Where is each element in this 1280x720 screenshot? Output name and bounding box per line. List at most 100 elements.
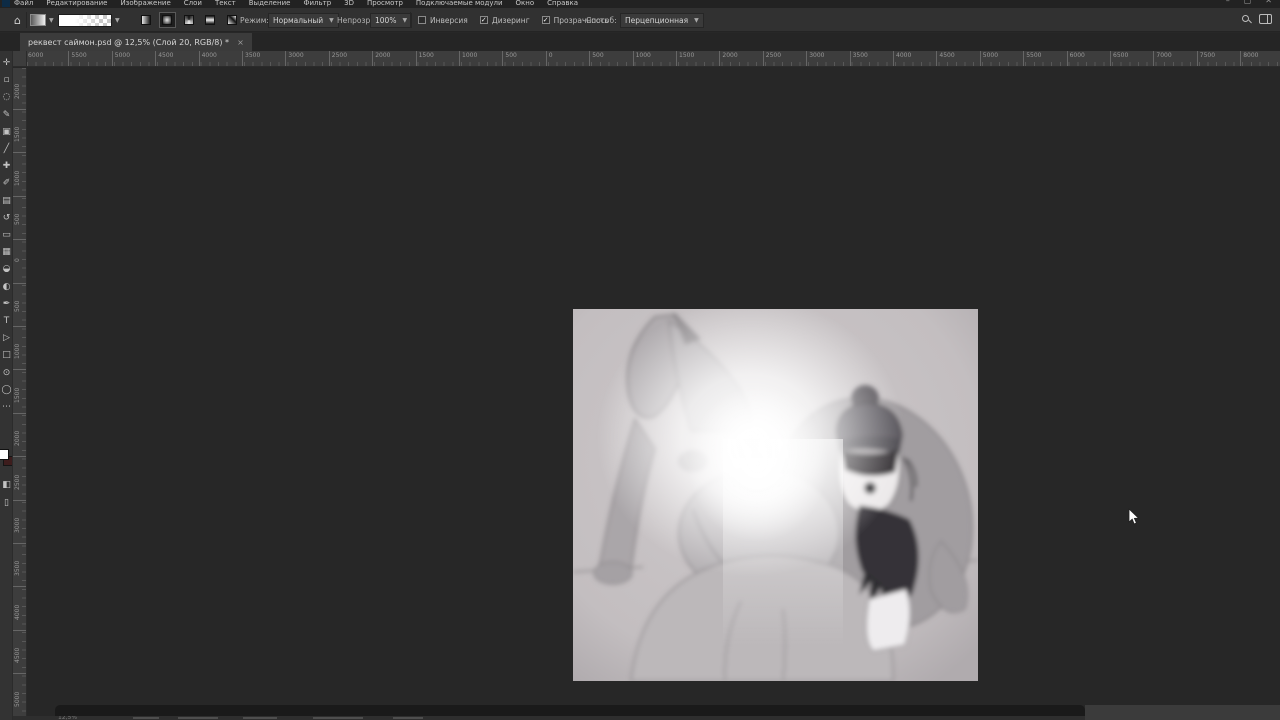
- tool-preset-picker[interactable]: ▼: [30, 8, 54, 32]
- zoom-tool[interactable]: ◯: [0, 384, 13, 397]
- canvas-document[interactable]: [573, 309, 978, 681]
- menu-Выделение[interactable]: Выделение: [249, 0, 291, 7]
- gradient-preview[interactable]: [58, 14, 112, 27]
- h-ruler-label: 2000: [719, 51, 737, 67]
- close-icon[interactable]: ×: [237, 38, 244, 47]
- photoshop-window: Файл Редактирование Изображение Слои Текст Вы…: [0, 0, 1280, 720]
- quick-mask-button[interactable]: ◧: [0, 479, 13, 492]
- h-ruler-label: 500: [502, 51, 516, 67]
- eraser-tool[interactable]: ▭: [0, 229, 13, 242]
- app-icon[interactable]: [2, 0, 10, 7]
- toolbox: ✛ ▫ ◌ ✎ ▣ ╱ ✚ ✐ ▤ ↺ ▭ ▦ ◒ ◐ ✒ T ▷ □ ⊙ ◯ ⋯ ◧ ▯: [0, 51, 13, 720]
- menu-Файл[interactable]: Файл: [14, 0, 33, 7]
- angle-gradient-icon: [184, 15, 194, 25]
- checkbox-Дизеринг[interactable]: ✓Дизеринг: [480, 16, 530, 25]
- healing-brush-tool[interactable]: ✚: [0, 160, 13, 173]
- h-ruler-label: 1500: [416, 51, 434, 67]
- reflected-gradient-button[interactable]: [202, 12, 219, 28]
- marquee-tool[interactable]: ▫: [0, 74, 13, 87]
- type-tool[interactable]: T: [0, 315, 13, 328]
- ruler-corner: [13, 51, 27, 67]
- method-label: Способ:: [586, 8, 621, 32]
- edit-toolbar[interactable]: ⋯: [0, 401, 13, 414]
- blur-tool[interactable]: ◒: [0, 263, 13, 276]
- path-selection-tool[interactable]: ▷: [0, 332, 13, 345]
- h-ruler-label: 7500: [1197, 51, 1215, 67]
- h-ruler-label: 5500: [68, 51, 86, 67]
- h-ruler-label: 0: [546, 51, 553, 67]
- blend-mode-dropdown[interactable]: Нормальный ▼: [268, 8, 339, 32]
- h-ruler-label: 5000: [980, 51, 998, 67]
- menu-3D[interactable]: 3D: [344, 0, 354, 7]
- h-ruler-label: 3500: [242, 51, 260, 67]
- eyedropper-tool[interactable]: ╱: [0, 143, 13, 156]
- v-ruler-label: 3500: [13, 561, 27, 587]
- gradient-preset-icon: [30, 14, 46, 26]
- menu-Изображение[interactable]: Изображение: [120, 0, 170, 7]
- close-icon[interactable]: ✕: [1265, 0, 1272, 5]
- menu-Справка[interactable]: Справка: [547, 0, 578, 7]
- h-ruler-label: 2000: [372, 51, 390, 67]
- shape-tool[interactable]: □: [0, 349, 13, 362]
- interpolation-value: Перцепционная: [625, 16, 688, 25]
- Прозрачность-checkbox-box[interactable]: ✓: [542, 16, 550, 24]
- lasso-tool[interactable]: ◌: [0, 91, 13, 104]
- move-tool[interactable]: ✛: [0, 57, 13, 70]
- color-swatches[interactable]: [0, 449, 13, 469]
- h-ruler-label: 3000: [806, 51, 824, 67]
- Дизеринг-checkbox-box[interactable]: ✓: [480, 16, 488, 24]
- quick-selection-tool[interactable]: ✎: [0, 109, 13, 122]
- h-ruler-label: 1000: [459, 51, 477, 67]
- h-ruler-label: 8000: [1240, 51, 1258, 67]
- v-ruler-label: 500: [13, 301, 27, 327]
- workspace-switcher-icon[interactable]: [1259, 14, 1272, 24]
- v-ruler-label: 3000: [13, 518, 27, 544]
- search-icon[interactable]: [1242, 15, 1250, 23]
- h-ruler-label: 4000: [199, 51, 217, 67]
- menu-Окно[interactable]: Окно: [516, 0, 535, 7]
- blend-mode-value: Нормальный: [273, 16, 323, 25]
- gradient-tool[interactable]: ▦: [0, 246, 13, 259]
- maximize-icon[interactable]: ▢: [1244, 0, 1252, 5]
- dodge-tool[interactable]: ◐: [0, 281, 13, 294]
- v-ruler-label: 1000: [13, 344, 27, 370]
- h-ruler-label: 4500: [155, 51, 173, 67]
- h-ruler-label: 5500: [1023, 51, 1041, 67]
- menu-Текст[interactable]: Текст: [215, 0, 236, 7]
- checkbox-label: Инверсия: [430, 16, 468, 25]
- document-tab-bar: реквест саймон.psd @ 12,5% (Слой 20, RGB…: [0, 33, 1280, 51]
- brush-tool[interactable]: ✐: [0, 177, 13, 190]
- chevron-down-icon: ▼: [115, 17, 120, 24]
- clone-stamp-tool[interactable]: ▤: [0, 195, 13, 208]
- v-ruler-label: 4000: [13, 605, 27, 631]
- gradient-editor[interactable]: ▼: [58, 8, 120, 32]
- document-tab[interactable]: реквест саймон.psd @ 12,5% (Слой 20, RGB…: [20, 33, 252, 51]
- menu-Просмотр[interactable]: Просмотр: [367, 0, 403, 7]
- separator: [410, 12, 411, 28]
- screen-mode-button[interactable]: ▯: [0, 497, 13, 510]
- pen-tool[interactable]: ✒: [0, 298, 13, 311]
- linear-gradient-button[interactable]: [137, 12, 154, 28]
- h-ruler-label: 1500: [676, 51, 694, 67]
- mouse-cursor: [1128, 508, 1140, 526]
- diamond-gradient-button[interactable]: [223, 12, 240, 28]
- interpolation-dropdown[interactable]: Перцепционная ▼: [620, 8, 704, 32]
- Инверсия-checkbox-box[interactable]: [418, 16, 426, 24]
- v-ruler-label: 1500: [13, 388, 27, 414]
- angle-gradient-button[interactable]: [180, 12, 197, 28]
- home-icon[interactable]: ⌂: [14, 8, 21, 32]
- minimize-icon[interactable]: –: [1226, 0, 1230, 5]
- h-ruler-label: 4000: [893, 51, 911, 67]
- menu-Подключаемые модули[interactable]: Подключаемые модули: [416, 0, 503, 7]
- menu-Редактирование[interactable]: Редактирование: [46, 0, 107, 7]
- crop-tool[interactable]: ▣: [0, 126, 13, 139]
- hand-tool[interactable]: ⊙: [0, 367, 13, 380]
- menu-Слои[interactable]: Слои: [184, 0, 202, 7]
- checkbox-Инверсия[interactable]: Инверсия: [418, 16, 468, 25]
- menu-bar: Файл Редактирование Изображение Слои Текст Вы…: [0, 0, 1280, 8]
- opacity-dropdown[interactable]: 100% ▼: [370, 8, 412, 32]
- history-brush-tool[interactable]: ↺: [0, 212, 13, 225]
- menu-Фильтр[interactable]: Фильтр: [303, 0, 331, 7]
- radial-gradient-button[interactable]: [159, 12, 176, 28]
- foreground-color-swatch[interactable]: [0, 449, 9, 460]
